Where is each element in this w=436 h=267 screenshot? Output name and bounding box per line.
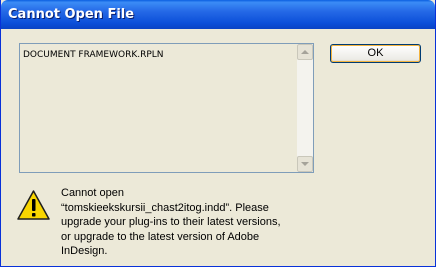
message-line: upgrade your plug-ins to their latest ve… (61, 216, 281, 228)
ok-button[interactable]: OK (330, 44, 421, 63)
vertical-scrollbar[interactable] (297, 44, 313, 172)
arrow-up-icon (301, 50, 309, 54)
message-line: Cannot open (61, 187, 124, 199)
window-title: Cannot Open File (8, 7, 135, 22)
list-item[interactable]: DOCUMENT FRAMEWORK.RPLN (23, 50, 164, 60)
arrow-down-icon (301, 162, 309, 166)
scroll-down-button[interactable] (297, 156, 313, 172)
message-line: InDesign. (61, 245, 108, 257)
title-bar[interactable]: Cannot Open File (1, 0, 435, 29)
warning-icon (17, 190, 50, 220)
dialog-window: Cannot Open File DOCUMENT FRAMEWORK.RPLN… (0, 0, 436, 267)
message-line: or upgrade to the latest version of Adob… (61, 230, 260, 243)
error-message: Cannot open “tomskieekskursii_chast2itog… (61, 186, 361, 259)
scroll-up-button[interactable] (297, 44, 313, 60)
message-line: “tomskieekskursii_chast2itog.indd”. Plea… (61, 201, 269, 214)
missing-plugins-list[interactable]: DOCUMENT FRAMEWORK.RPLN (19, 43, 314, 173)
